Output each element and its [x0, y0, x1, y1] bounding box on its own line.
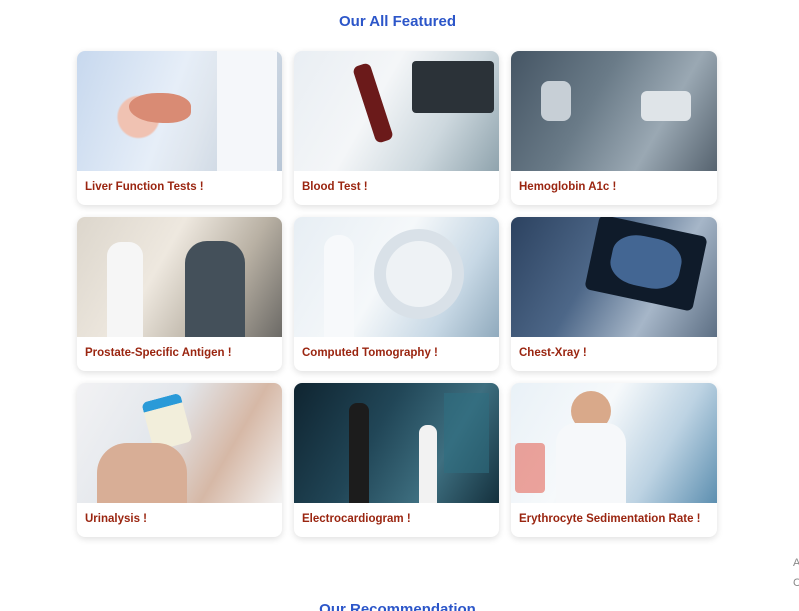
test-card-prostate-specific-antigen[interactable]: Prostate-Specific Antigen !: [77, 217, 282, 371]
electrocardiogram-image: [294, 383, 499, 503]
liver-function-image: [77, 51, 282, 171]
card-label: Hemoglobin A1c !: [519, 181, 617, 193]
test-card-hemoglobin[interactable]: Hemoglobin A1c !: [511, 51, 717, 205]
psa-image: [77, 217, 282, 337]
ct-scan-image: [294, 217, 499, 337]
urinalysis-image: [77, 383, 282, 503]
edge-text-c: C: [793, 577, 799, 589]
test-card-blood-test[interactable]: Blood Test !: [294, 51, 499, 205]
card-label: Chest-Xray !: [519, 347, 587, 359]
section-title: Our All Featured: [339, 13, 456, 30]
test-card-erythrocyte-sedimentation-rate[interactable]: Erythrocyte Sedimentation Rate !: [511, 383, 717, 537]
chest-xray-image: [511, 217, 717, 337]
esr-image: [511, 383, 717, 503]
featured-tests-grid: Liver Function Tests ! Blood Test ! Hemo…: [77, 51, 717, 537]
edge-text-a: A: [793, 557, 799, 569]
test-card-urinalysis[interactable]: Urinalysis !: [77, 383, 282, 537]
card-label: Liver Function Tests !: [85, 181, 204, 193]
test-card-chest-xray[interactable]: Chest-Xray !: [511, 217, 717, 371]
test-card-liver-function[interactable]: Liver Function Tests !: [77, 51, 282, 205]
blood-test-image: [294, 51, 499, 171]
test-card-computed-tomography[interactable]: Computed Tomography !: [294, 217, 499, 371]
card-label: Computed Tomography !: [302, 347, 438, 359]
card-label: Electrocardiogram !: [302, 513, 411, 525]
card-label: Prostate-Specific Antigen !: [85, 347, 232, 359]
hemoglobin-image: [511, 51, 717, 171]
card-label: Blood Test !: [302, 181, 368, 193]
test-card-electrocardiogram[interactable]: Electrocardiogram !: [294, 383, 499, 537]
next-section-title: Our Recommendation: [319, 601, 476, 611]
card-label: Erythrocyte Sedimentation Rate !: [519, 513, 701, 525]
card-label: Urinalysis !: [85, 513, 147, 525]
